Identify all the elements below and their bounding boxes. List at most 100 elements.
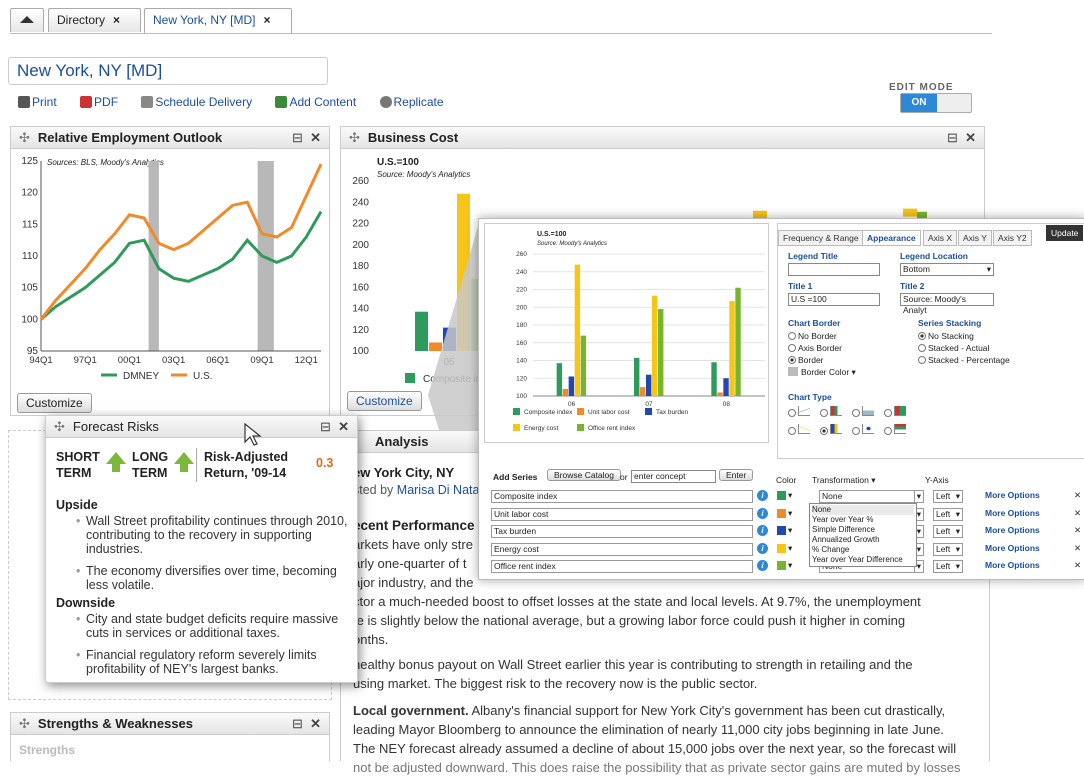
dropdown-option[interactable]: None (812, 505, 914, 515)
info-icon[interactable]: i (757, 490, 768, 501)
minimize-icon[interactable]: ⊟ (292, 716, 303, 731)
remove-series-icon[interactable]: ✕ (1074, 525, 1081, 536)
chart-type-line2[interactable] (788, 423, 810, 437)
radio-border[interactable]: Border (788, 354, 856, 366)
schedule-delivery-button[interactable]: Schedule Delivery (141, 95, 262, 109)
series-name-input[interactable]: Office rent index (491, 560, 753, 573)
legend-location-select[interactable]: Bottom ▾ (900, 263, 994, 276)
chart-type-scatter[interactable] (852, 423, 874, 437)
panel-header[interactable]: ✣ Relative Employment Outlook ⊟ ✕ (11, 127, 329, 149)
minimize-icon[interactable]: ⊟ (292, 130, 303, 145)
dropdown-option[interactable]: Year over Year % (812, 515, 914, 525)
info-icon[interactable]: i (757, 507, 768, 519)
remove-series-icon[interactable]: ✕ (1074, 543, 1081, 554)
chart-type-column[interactable] (820, 405, 842, 419)
close-icon[interactable]: × (263, 13, 270, 27)
dropdown-option[interactable]: Simple Difference (812, 525, 914, 535)
chart-type-stacked[interactable] (884, 405, 906, 419)
radio-no-stacking[interactable]: No Stacking (918, 330, 1010, 342)
series-name-input[interactable]: Composite index (491, 490, 753, 503)
tab-axis-y2[interactable]: Axis Y2 (993, 230, 1032, 246)
author-link[interactable]: Marisa Di Natale (397, 483, 489, 497)
info-icon[interactable]: i (757, 542, 768, 554)
more-options-link[interactable]: More Options (985, 508, 1040, 518)
series-color-swatch[interactable] (777, 526, 786, 535)
minimize-icon[interactable]: ⊟ (947, 130, 958, 145)
chart-type-line[interactable] (788, 405, 810, 419)
chevron-down-icon[interactable]: ▾ (788, 490, 792, 501)
more-options-link[interactable]: More Options (985, 560, 1040, 570)
yaxis-select[interactable]: Left ▾ (933, 525, 963, 538)
chart-type-bar[interactable] (820, 423, 842, 437)
replicate-button[interactable]: Replicate (379, 95, 454, 109)
close-icon[interactable]: ✕ (310, 130, 321, 145)
enter-button[interactable]: Enter (719, 469, 754, 481)
concept-input[interactable]: enter concept (631, 470, 716, 483)
remove-series-icon[interactable]: ✕ (1074, 508, 1081, 519)
move-icon[interactable]: ✣ (19, 130, 30, 145)
more-options-link[interactable]: More Options (985, 525, 1040, 535)
tab-axis-x[interactable]: Axis X (923, 230, 958, 246)
title1-input[interactable]: U.S =100 (788, 293, 880, 306)
page-title-input[interactable]: New York, NY [MD] (8, 57, 328, 85)
add-content-button[interactable]: Add Content (275, 95, 366, 109)
customize-button[interactable]: Customize (17, 393, 92, 413)
dropdown-option[interactable]: % Change (812, 545, 914, 555)
update-button[interactable]: Update (1046, 225, 1084, 241)
chevron-down-icon[interactable]: ▾ (788, 560, 792, 571)
tab-current[interactable]: New York, NY [MD] × (144, 8, 292, 33)
chevron-down-icon[interactable]: ▾ (788, 508, 792, 519)
legend-title-input[interactable] (788, 263, 880, 276)
series-name-input[interactable]: Tax burden (491, 525, 753, 538)
series-name-input[interactable]: Energy cost (491, 542, 753, 556)
tab-axis-y[interactable]: Axis Y (958, 230, 992, 246)
edit-mode-toggle[interactable]: ON (900, 93, 972, 113)
move-icon[interactable]: ✣ (54, 419, 65, 434)
remove-series-icon[interactable]: ✕ (1074, 560, 1081, 571)
minimize-icon[interactable]: ⊟ (320, 419, 331, 434)
yaxis-select[interactable]: Left ▾ (933, 542, 963, 556)
chevron-down-icon[interactable]: ▾ (788, 543, 792, 554)
border-color-picker[interactable]: Border Color ▾ (788, 366, 856, 378)
tab-appearance[interactable]: Appearance (862, 230, 921, 246)
chart-type-area[interactable] (852, 405, 874, 419)
series-color-swatch[interactable] (777, 543, 786, 553)
close-icon[interactable]: ✕ (338, 419, 349, 434)
more-options-link[interactable]: More Options (985, 490, 1040, 500)
close-icon[interactable]: × (113, 13, 120, 27)
tab-frequency-range[interactable]: Frequency & Range (778, 230, 864, 246)
chevron-down-icon[interactable]: ▾ (788, 525, 792, 536)
chart-type-hbar[interactable] (884, 423, 906, 437)
close-icon[interactable]: ✕ (310, 716, 321, 731)
radio-axis-border[interactable]: Axis Border (788, 342, 856, 354)
tab-home[interactable] (10, 8, 44, 32)
browse-catalog-button[interactable]: Browse Catalog (547, 469, 622, 481)
dropdown-option[interactable]: Annualized Growth (812, 535, 914, 545)
series-name-input[interactable]: Unit labor cost (491, 507, 753, 521)
transformation-select[interactable]: None ▾ (819, 490, 924, 503)
series-color-swatch[interactable] (777, 491, 786, 500)
panel-header[interactable]: ✣ Forecast Risks ⊟ ✕ (46, 416, 357, 438)
close-icon[interactable]: ✕ (965, 130, 976, 145)
yaxis-select[interactable]: Left ▾ (933, 490, 963, 503)
move-icon[interactable]: ✣ (19, 716, 30, 731)
forecast-risks-panel[interactable]: ✣ Forecast Risks ⊟ ✕ SHORT TERM LONG TERM Ri… (45, 415, 358, 683)
pdf-button[interactable]: PDF (80, 95, 128, 109)
dropdown-option[interactable]: Year over Year Difference (812, 555, 914, 565)
yaxis-select[interactable]: Left ▾ (933, 507, 963, 521)
more-options-link[interactable]: More Options (985, 543, 1040, 553)
info-icon[interactable]: i (757, 560, 768, 571)
yaxis-select[interactable]: Left ▾ (933, 560, 963, 573)
tab-directory[interactable]: Directory × (48, 8, 141, 32)
transformation-dropdown[interactable]: None Year over Year % Simple Difference … (809, 503, 917, 567)
title2-input[interactable]: Source: Moody's Analyt (900, 293, 994, 315)
panel-header[interactable]: ✣ Business Cost ⊟ ✕ (341, 127, 984, 149)
remove-series-icon[interactable]: ✕ (1074, 490, 1081, 501)
transform-col-header[interactable]: Transformation ▾ (812, 475, 875, 486)
series-color-swatch[interactable] (777, 561, 786, 570)
radio-stacked-actual[interactable]: Stacked - Actual (918, 342, 1010, 354)
panel-header[interactable]: ✣ Strengths & Weaknesses ⊟ ✕ (11, 713, 329, 735)
print-button[interactable]: Print (18, 95, 67, 109)
move-icon[interactable]: ✣ (349, 130, 360, 145)
series-color-swatch[interactable] (777, 508, 786, 518)
